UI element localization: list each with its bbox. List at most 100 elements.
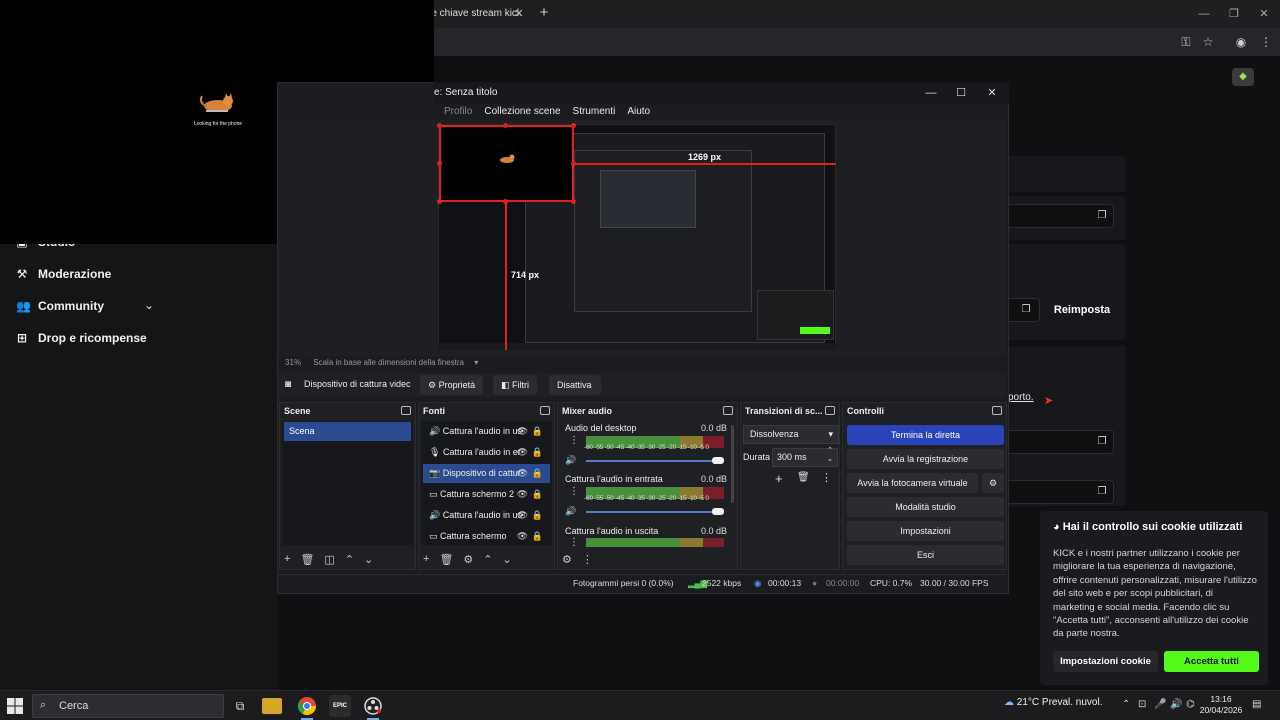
undock-icon[interactable]	[723, 406, 733, 415]
settings-button[interactable]: Impostazioni	[847, 521, 1004, 541]
resize-handle[interactable]	[503, 123, 508, 128]
menu-collezione-scene[interactable]: Collezione scene	[484, 104, 560, 120]
undock-icon[interactable]	[992, 406, 1002, 415]
menu-strumenti[interactable]: Strumenti	[573, 104, 616, 120]
password-key-icon[interactable]: ⚿	[1178, 34, 1194, 50]
copy-icon[interactable]: ❐	[1095, 435, 1109, 449]
minimize-button[interactable]: —	[1196, 6, 1212, 22]
eye-icon[interactable]: 👁	[517, 527, 528, 546]
chrome-icon[interactable]	[296, 695, 318, 720]
epic-games-icon[interactable]: EPIC	[329, 695, 351, 717]
speaker-icon[interactable]: 🔊	[565, 506, 576, 517]
arrow-up-icon[interactable]: ⌃	[483, 553, 492, 566]
scene-item[interactable]: Scena	[284, 422, 411, 441]
studio-mode-button[interactable]: Modalità studio	[847, 497, 1004, 517]
virtual-camera-settings-gear-icon[interactable]: ⚙	[982, 473, 1004, 493]
duration-spinbox[interactable]: 300 ms ⌃ ⌄	[772, 446, 838, 467]
exit-button[interactable]: Esci	[847, 545, 1004, 565]
deactivate-button[interactable]: Disattiva	[549, 375, 601, 395]
network-icon[interactable]: ⌬	[1186, 699, 1195, 710]
system-clock[interactable]: 13:16 20/04/2026	[1196, 694, 1246, 716]
menu-aiuto[interactable]: Aiuto	[627, 104, 650, 120]
arrow-down-icon[interactable]: ⌄	[503, 553, 512, 566]
bookmark-star-icon[interactable]: ☆	[1200, 34, 1216, 50]
support-link[interactable]: porto.	[1008, 392, 1034, 403]
lock-icon[interactable]: 🔒	[532, 464, 543, 483]
undock-icon[interactable]	[540, 406, 550, 415]
obs-close-button[interactable]: ✕	[981, 82, 1003, 104]
trash-icon[interactable]: 🗑	[439, 553, 453, 566]
start-recording-button[interactable]: Avvia la registrazione	[847, 449, 1004, 469]
meet-now-icon[interactable]: ⊡	[1138, 699, 1146, 710]
sidebar-item-moderazione[interactable]: ⚒ Moderazione	[16, 264, 112, 284]
chevron-up-icon[interactable]: ⌃	[1122, 699, 1130, 710]
eye-icon[interactable]: 👁	[517, 485, 528, 504]
lock-icon[interactable]: 🔒	[532, 422, 543, 441]
obs-minimize-button[interactable]: —	[920, 82, 942, 104]
chevron-down-icon[interactable]: ▾	[474, 358, 478, 367]
volume-slider[interactable]	[586, 511, 724, 513]
close-tab-icon[interactable]: ✕	[512, 7, 526, 21]
resize-handle[interactable]	[437, 161, 442, 166]
start-virtual-camera-button[interactable]: Avvia la fotocamera virtuale	[847, 473, 978, 493]
lock-icon[interactable]: 🔒	[532, 527, 543, 546]
kebab-menu-icon[interactable]: ⋮	[569, 486, 579, 497]
volume-icon[interactable]: 🔊	[1170, 699, 1182, 710]
volume-slider[interactable]	[586, 460, 724, 462]
source-item[interactable]: 🎙 Cattura l'audio in er 👁 🔒	[423, 443, 550, 462]
mixer-scrollbar[interactable]	[731, 425, 734, 503]
arrow-down-icon[interactable]: ⌄	[364, 553, 373, 566]
source-item[interactable]: ▭ Cattura schermo 2 👁 🔒	[423, 485, 550, 504]
resize-handle[interactable]	[571, 199, 576, 204]
filters-button[interactable]: ◧ Filtri	[493, 375, 538, 395]
gear-icon[interactable]: ⚙	[562, 553, 572, 566]
undock-icon[interactable]	[401, 406, 411, 415]
taskbar-search-input[interactable]: Cerca	[32, 694, 224, 718]
add-icon[interactable]: +	[423, 553, 429, 566]
source-item[interactable]: ▭ Cattura schermo 👁 🔒	[423, 527, 550, 546]
eye-icon[interactable]: 👁	[517, 464, 528, 483]
kebab-menu-icon[interactable]: ⋮	[569, 537, 579, 548]
profile-icon[interactable]: ◉	[1233, 34, 1249, 50]
kebab-menu-icon[interactable]: ⋮	[582, 553, 593, 566]
lock-icon[interactable]: 🔒	[532, 443, 543, 462]
eye-icon[interactable]: 👁	[517, 443, 528, 462]
eye-icon[interactable]: 👁	[517, 422, 528, 441]
filter-icon[interactable]: ◫	[324, 553, 334, 566]
kebab-menu-icon[interactable]: ⋮	[821, 471, 832, 484]
zoom-mode[interactable]: Scala in base alle dimensioni della fine…	[313, 358, 464, 367]
volume-slider-handle[interactable]	[712, 457, 724, 464]
menu-kebab-icon[interactable]: ⋮	[1258, 34, 1274, 50]
volume-slider-handle[interactable]	[712, 508, 724, 515]
task-view-icon[interactable]: ⧉	[229, 695, 251, 717]
lock-icon[interactable]: 🔒	[532, 485, 543, 504]
microphone-icon[interactable]: 🎤	[1154, 699, 1166, 710]
restore-button[interactable]: ❐	[1226, 6, 1242, 22]
obs-icon[interactable]	[362, 695, 384, 720]
weather-widget[interactable]: ☁ 21°C Preval. nuvol.	[1004, 697, 1103, 708]
trash-icon[interactable]: 🗑	[797, 472, 810, 483]
windows-start-icon[interactable]	[6, 697, 24, 715]
lock-icon[interactable]: 🔒	[532, 506, 543, 525]
resize-handle[interactable]	[437, 123, 442, 128]
sidebar-item-drop[interactable]: ⊞ Drop e ricompense	[16, 328, 147, 348]
sidebar-item-community[interactable]: 👥 Community	[16, 296, 104, 316]
copy-icon[interactable]: ❐	[1095, 485, 1109, 499]
obs-maximize-button[interactable]: ☐	[950, 82, 972, 104]
new-tab-button[interactable]: +	[536, 5, 552, 21]
spin-arrows-icon[interactable]: ⌃ ⌄	[827, 446, 833, 464]
speaker-icon[interactable]: 🔊	[565, 455, 576, 466]
copy-icon[interactable]: ❐	[1095, 209, 1109, 223]
source-item[interactable]: 🔊 Cattura l'audio in us 👁 🔒	[423, 506, 550, 525]
kick-gift-icon[interactable]: ◆	[1232, 68, 1254, 86]
eye-icon[interactable]: 👁	[517, 506, 528, 525]
resize-handle[interactable]	[437, 199, 442, 204]
add-icon[interactable]: +	[775, 471, 783, 486]
arrow-up-icon[interactable]: ⌃	[345, 553, 354, 566]
source-item[interactable]: 🔊 Cattura l'audio in us 👁 🔒	[423, 422, 550, 441]
kebab-menu-icon[interactable]: ⋮	[569, 435, 579, 446]
copy-icon[interactable]: ❐	[1019, 303, 1033, 317]
properties-button[interactable]: ⚙ Proprietà	[420, 375, 484, 395]
chevron-down-icon[interactable]: ⌄	[142, 298, 156, 312]
close-window-button[interactable]: ✕	[1256, 6, 1272, 22]
